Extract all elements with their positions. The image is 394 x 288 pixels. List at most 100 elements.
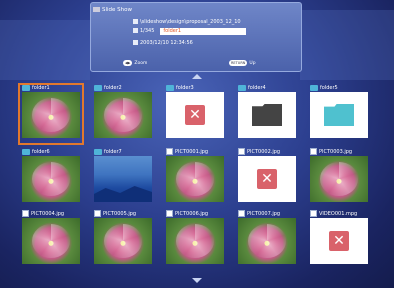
image-file-icon — [238, 210, 245, 217]
panel-title-text: Slide Show — [102, 7, 133, 13]
count-text: 1/345 — [140, 28, 155, 34]
thumbnail-label-text: PICT0003.jpg — [319, 149, 353, 155]
x-icon: ✕ — [329, 231, 349, 251]
thumbnail-label: folder2 — [94, 84, 122, 92]
path-text: \slideshow\design\proposal_2003_12_10 — [140, 19, 241, 25]
folder-icon — [22, 148, 30, 155]
slideshow-screen: Slide Show \slideshow\design\proposal_20… — [0, 0, 394, 288]
thumbnail-cell[interactable]: folder4 — [234, 84, 298, 142]
thumbnail-label: folder4 — [238, 84, 266, 92]
thumbnail-label: PICT0002.jpg — [238, 148, 280, 156]
up-label: Up — [249, 61, 256, 66]
image-file-icon — [238, 148, 245, 155]
zoom-hint[interactable]: ◀▶ Zoom — [123, 60, 147, 67]
flower-thumbnail — [166, 156, 224, 202]
open-folder-icon — [252, 104, 282, 126]
thumbnail-label-text: folder6 — [32, 149, 50, 155]
info-panel: Slide Show \slideshow\design\proposal_20… — [90, 2, 302, 72]
bg-tile — [300, 10, 394, 80]
thumbnail-cell[interactable]: PICT0002.jpg ✕ — [234, 148, 298, 206]
up-hint[interactable]: RETURN Up — [229, 60, 256, 67]
folder-icon — [94, 148, 102, 155]
flower-thumbnail — [310, 156, 368, 202]
folder-icon — [238, 84, 246, 91]
thumbnail-label: folder5 — [310, 84, 338, 92]
flower-thumbnail — [94, 92, 152, 138]
page-icon — [133, 28, 138, 33]
thumbnail-label: PICT0007.jpg — [238, 210, 280, 218]
path-row: \slideshow\design\proposal_2003_12_10 — [133, 19, 241, 26]
image-file-icon — [94, 210, 101, 217]
thumbnail-label-text: PICT0001.jpg — [175, 149, 209, 155]
folder-icon — [324, 104, 354, 126]
thumbnail-label: PICT0005.jpg — [94, 210, 136, 218]
zoom-key: ◀▶ — [123, 60, 133, 66]
thumbnail-cell[interactable]: PICT0006.jpg — [162, 210, 226, 268]
chevron-down-icon[interactable] — [192, 278, 202, 283]
thumbnail-label: PICT0004.jpg — [22, 210, 64, 218]
folder-icon — [94, 84, 102, 91]
thumbnail-label-text: PICT0005.jpg — [103, 211, 137, 217]
chevron-up-icon[interactable] — [192, 74, 202, 79]
bg-tile — [0, 20, 90, 80]
error-thumbnail: ✕ — [310, 218, 368, 264]
current-folder-field: folder1 — [160, 28, 247, 35]
flower-thumbnail — [22, 156, 80, 202]
thumbnail-cell[interactable]: folder1 — [18, 83, 84, 145]
x-icon: ✕ — [257, 169, 277, 189]
flower-thumbnail — [238, 218, 296, 264]
thumbnail-label: folder7 — [94, 148, 122, 156]
flower-thumbnail — [94, 218, 152, 264]
error-thumbnail: ✕ — [238, 156, 296, 202]
thumbnail-label: PICT0001.jpg — [166, 148, 208, 156]
clock-icon — [133, 40, 138, 45]
thumbnail-label-text: PICT0004.jpg — [31, 211, 65, 217]
thumbnail-label-text: folder7 — [104, 149, 122, 155]
slideshow-icon — [93, 7, 100, 12]
thumbnail-cell[interactable]: PICT0001.jpg — [162, 148, 226, 206]
thumbnail-cell[interactable]: VIDEO001.mpg ✕ — [306, 210, 370, 268]
thumbnail-label-text: folder3 — [176, 85, 194, 91]
up-key: RETURN — [229, 60, 248, 66]
thumbnail-label-text: folder5 — [320, 85, 338, 91]
folder-thumbnail — [310, 92, 368, 138]
x-icon: ✕ — [185, 105, 205, 125]
thumbnail-cell[interactable]: PICT0007.jpg — [234, 210, 298, 268]
count-row: 1/345 folder1 — [133, 28, 247, 35]
thumbnail-label: PICT0006.jpg — [166, 210, 208, 218]
image-file-icon — [22, 210, 29, 217]
thumbnail-cell[interactable]: folder3 ✕ — [162, 84, 226, 142]
landscape-thumbnail — [94, 156, 152, 202]
zoom-label: Zoom — [134, 61, 148, 66]
error-thumbnail: ✕ — [166, 92, 224, 138]
flower-thumbnail — [22, 218, 80, 264]
thumbnail-label: folder6 — [22, 148, 50, 156]
datetime-row: 2003/12/10 12:34:56 — [133, 40, 193, 47]
thumbnail-cell[interactable]: folder2 — [90, 84, 154, 142]
thumbnail-label-text: PICT0007.jpg — [247, 211, 281, 217]
flower-thumbnail — [166, 218, 224, 264]
image-file-icon — [166, 210, 173, 217]
thumbnail-label-text: folder2 — [104, 85, 122, 91]
thumbnail-cell[interactable]: PICT0003.jpg — [306, 148, 370, 206]
thumbnail-label: VIDEO001.mpg — [310, 210, 357, 218]
image-file-icon — [166, 148, 173, 155]
folder-icon — [166, 84, 174, 91]
thumbnail-cell[interactable]: folder7 — [90, 148, 154, 206]
folder-thumbnail — [238, 92, 296, 138]
thumbnail-cell[interactable]: folder6 — [18, 148, 82, 206]
thumbnail-label: PICT0003.jpg — [310, 148, 352, 156]
folder-icon — [310, 84, 318, 91]
datetime-text: 2003/12/10 12:34:56 — [140, 40, 193, 46]
image-file-icon — [310, 148, 317, 155]
thumbnail-label: folder3 — [166, 84, 194, 92]
thumbnail-cell[interactable]: PICT0005.jpg — [90, 210, 154, 268]
video-file-icon — [310, 210, 317, 217]
selection-highlight — [18, 83, 84, 145]
thumbnail-label-text: PICT0006.jpg — [175, 211, 209, 217]
folder-icon — [133, 19, 138, 24]
panel-title: Slide Show — [93, 5, 299, 15]
thumbnail-cell[interactable]: PICT0004.jpg — [18, 210, 82, 268]
thumbnail-cell[interactable]: folder5 — [306, 84, 370, 142]
thumbnail-label-text: PICT0002.jpg — [247, 149, 281, 155]
